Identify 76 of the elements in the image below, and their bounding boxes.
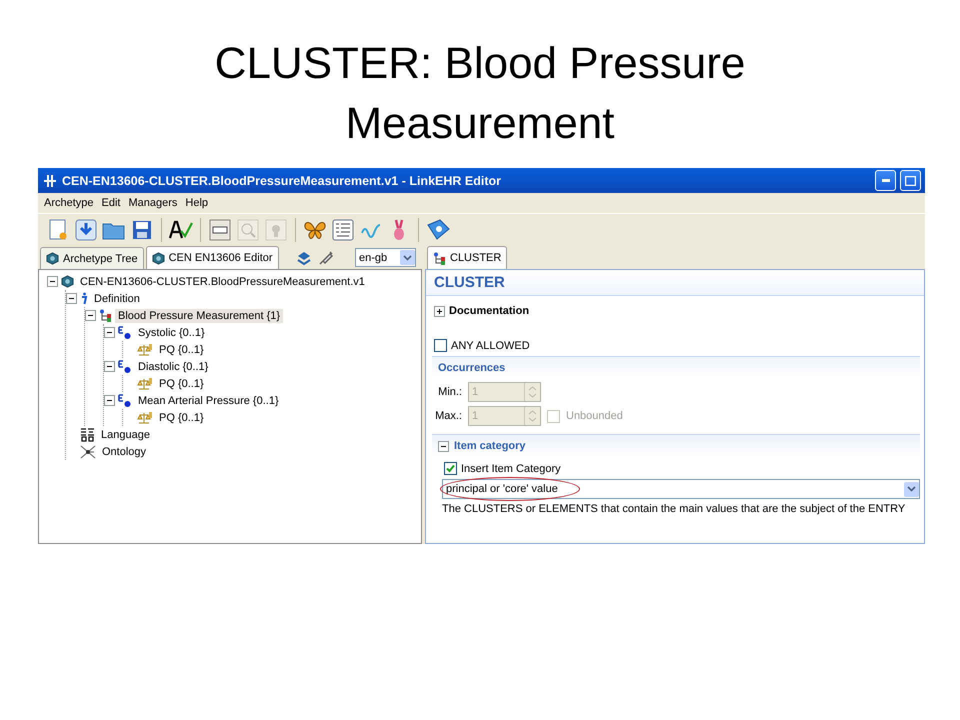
description-text: The CLUSTERS or ELEMENTS that contain the main values that are the subject of the ENTRY — [442, 503, 906, 515]
menu-item[interactable]: Managers — [124, 197, 182, 209]
window-title: CEN-EN13606-CLUSTER.BloodPressureMeasurement.v1 - LinkEHR Editor — [62, 174, 502, 188]
cube-icon — [46, 252, 59, 265]
butterfly-icon[interactable] — [303, 220, 327, 240]
tree-item[interactable]: Diastolic {0..1} — [135, 360, 212, 374]
info-icon — [80, 292, 88, 305]
hierarchy-icon — [99, 309, 112, 322]
section-title: Documentation — [449, 305, 530, 317]
form-icon[interactable] — [332, 219, 354, 241]
cube-icon — [152, 252, 165, 264]
download-icon[interactable] — [75, 219, 97, 241]
tree-item[interactable]: PQ {0..1} — [156, 342, 207, 356]
caret-icon — [907, 486, 916, 492]
document-icon[interactable] — [209, 219, 231, 241]
field-label: Min.: — [437, 386, 462, 398]
collapse-toggle[interactable] — [66, 293, 77, 304]
checkbox-label: Insert Item Category — [461, 462, 561, 474]
app-logo-icon — [42, 172, 58, 188]
check-icon[interactable] — [169, 220, 193, 240]
new-document-icon[interactable] — [48, 219, 68, 241]
minus-icon — [68, 295, 75, 302]
expand-toggle[interactable] — [434, 306, 445, 316]
tree-item[interactable]: Ontology — [99, 444, 150, 458]
checkbox-label: Unbounded — [566, 410, 623, 422]
plus-icon — [436, 308, 443, 314]
slide-title: CLUSTER: Blood Pressure Measurement — [214, 38, 746, 150]
minus-icon — [106, 329, 113, 336]
tree-item[interactable]: Systolic {0..1} — [135, 326, 208, 340]
syringe-icon[interactable] — [318, 250, 334, 266]
tree-item[interactable]: Language — [98, 428, 153, 442]
collapse-toggle[interactable] — [47, 276, 58, 287]
menu-item[interactable]: Edit — [98, 197, 124, 209]
scales-icon — [137, 342, 153, 356]
tree-item[interactable]: PQ {0..1} — [156, 410, 207, 424]
tree-item[interactable]: PQ {0..1} — [156, 376, 207, 390]
menu-item[interactable]: Archetype — [40, 197, 98, 209]
element-icon — [118, 326, 132, 340]
minimize-button[interactable] — [875, 170, 896, 191]
minus-icon — [87, 312, 94, 319]
minus-icon — [106, 397, 113, 404]
category-select[interactable]: principal or 'core' value — [442, 479, 920, 499]
collapse-toggle[interactable] — [85, 310, 96, 321]
minus-icon — [106, 363, 113, 370]
maximize-icon — [905, 176, 916, 186]
menu-item[interactable]: Help — [181, 197, 212, 209]
minus-icon — [49, 278, 56, 285]
language-glyph-icon — [80, 427, 95, 442]
tab[interactable]: CLUSTER — [427, 246, 508, 269]
scales-icon — [137, 410, 153, 424]
scales-icon — [137, 376, 153, 390]
tree-item[interactable]: CEN-EN13606-CLUSTER.BloodPressureMeasurement.v1 — [77, 274, 368, 288]
minimize-icon — [882, 179, 890, 182]
section-title: Item category — [454, 440, 526, 452]
hierarchy-icon — [433, 252, 446, 264]
maximize-button[interactable] — [900, 170, 921, 191]
tree-item[interactable]: Blood Pressure Measurement {1} — [115, 308, 284, 322]
network-icon — [80, 444, 96, 458]
tab[interactable]: Archetype Tree — [40, 247, 144, 269]
tab[interactable]: CEN EN13606 Editor — [146, 246, 279, 269]
checkbox-label: ANY ALLOWED — [451, 340, 530, 352]
check-mark-icon — [446, 464, 455, 473]
collapse-toggle[interactable] — [104, 361, 115, 372]
language-select[interactable]: en-gb — [354, 248, 416, 267]
checkbox[interactable] — [444, 462, 457, 475]
cube-icon — [61, 275, 74, 288]
collapse-toggle[interactable] — [104, 395, 115, 406]
element-icon — [118, 394, 132, 408]
field-label: Max.: — [434, 410, 462, 422]
tree-item[interactable]: Mean Arterial Pressure {0..1} — [135, 394, 282, 408]
checkbox[interactable] — [434, 339, 447, 352]
element-icon — [118, 360, 132, 374]
collapse-toggle[interactable] — [438, 440, 449, 452]
collapse-toggle[interactable] — [104, 327, 115, 338]
tree-item[interactable]: Definition — [91, 292, 143, 306]
caret-icon — [402, 254, 412, 260]
